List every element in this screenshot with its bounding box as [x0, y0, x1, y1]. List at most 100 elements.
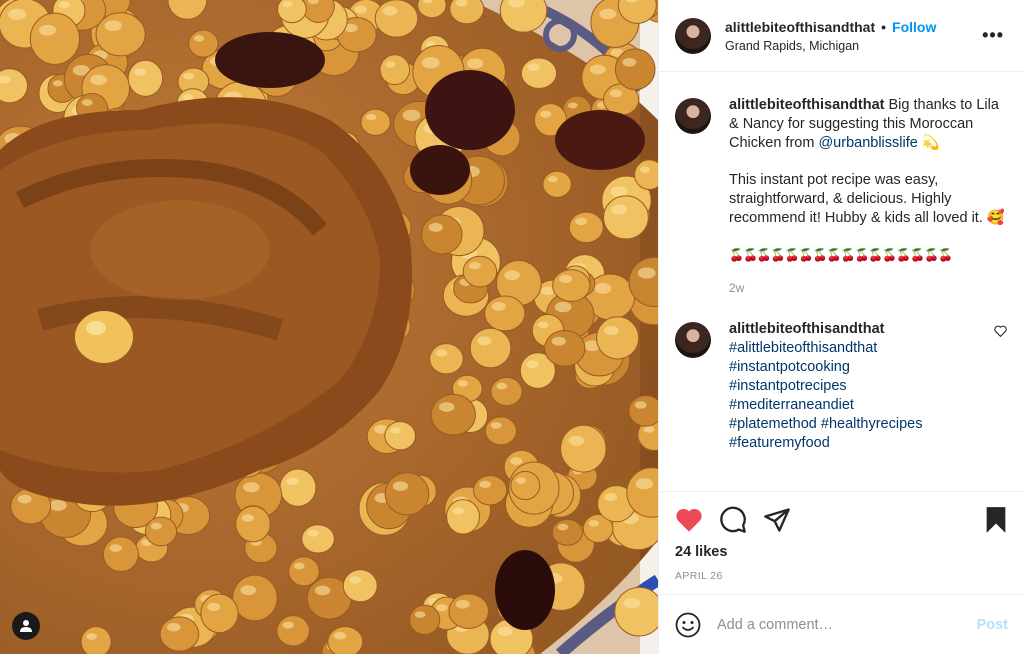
- chickpea: [614, 586, 658, 637]
- chickpea-highlight: [17, 494, 32, 504]
- comments-area: alittlebiteofthisandthat Big thanks to L…: [659, 72, 1024, 492]
- chickpea-highlight: [609, 89, 622, 98]
- chickpea-highlight: [623, 597, 641, 609]
- chickpea-highlight: [559, 274, 573, 284]
- avatar[interactable]: [675, 322, 711, 358]
- caption-body: alittlebiteofthisandthat Big thanks to L…: [729, 96, 1008, 298]
- chickpea: [360, 108, 391, 136]
- chickpea-highlight: [314, 585, 331, 596]
- paper-plane-icon[interactable]: [763, 507, 791, 533]
- chickpea-highlight: [240, 585, 257, 596]
- location-link[interactable]: Grand Rapids, Michigan: [725, 39, 978, 53]
- chickpea: [603, 195, 649, 240]
- chickpea: [342, 569, 378, 603]
- more-options-icon[interactable]: •••: [978, 21, 1008, 50]
- chickpea: [473, 475, 508, 506]
- chickpea-highlight: [490, 421, 502, 429]
- avatar[interactable]: [675, 17, 711, 54]
- post-comment-button[interactable]: Post: [977, 617, 1008, 633]
- hashtag-link[interactable]: #instantpotrecipes: [729, 378, 847, 394]
- avatar[interactable]: [675, 98, 711, 134]
- chickpea-highlight: [241, 514, 254, 522]
- chickpea-highlight: [207, 602, 221, 611]
- chickpea: [446, 499, 480, 535]
- chickpea: [127, 59, 164, 97]
- chickpea-highlight: [8, 8, 27, 21]
- chickpea-highlight: [477, 336, 492, 346]
- chickpea-highlight: [497, 626, 513, 637]
- chickpea: [430, 393, 476, 436]
- chickpea: [379, 54, 411, 86]
- caption-username[interactable]: alittlebiteofthisandthat: [729, 97, 884, 113]
- user-tag-button[interactable]: [12, 612, 40, 640]
- chickpea-highlight: [469, 262, 481, 270]
- chickpea-highlight: [510, 457, 523, 465]
- chickpea-highlight: [557, 523, 569, 531]
- chickpea-highlight: [515, 477, 527, 484]
- chickpea-highlight: [452, 507, 464, 515]
- chickpea: [384, 472, 430, 516]
- heart-filled-icon[interactable]: [675, 507, 703, 533]
- post-side-panel: alittlebiteofthisandthat • Follow Grand …: [658, 0, 1024, 654]
- hashtag-link[interactable]: #healthyrecipes: [821, 416, 923, 432]
- person-icon: [20, 620, 32, 632]
- chickpea-highlight: [52, 80, 63, 87]
- chickpea: [409, 604, 441, 636]
- post-image[interactable]: [0, 0, 658, 654]
- chickpea: [628, 395, 658, 427]
- chickpea-highlight: [354, 5, 367, 14]
- chickpea: [421, 214, 463, 255]
- chickpea-highlight: [392, 481, 409, 492]
- like-comment-icon[interactable]: [994, 324, 1008, 453]
- chickpea: [469, 327, 512, 369]
- chickpea-highlight: [622, 57, 637, 67]
- chickpea-highlight: [282, 1, 293, 8]
- chickpea-highlight: [639, 166, 650, 173]
- chickpea-highlight: [594, 283, 612, 294]
- chickpea: [235, 505, 271, 543]
- likes-count[interactable]: 24 likes: [659, 544, 1024, 560]
- chickpea: [448, 593, 489, 629]
- chickpea: [484, 295, 526, 332]
- chickpea-highlight: [86, 633, 97, 640]
- follow-button[interactable]: Follow: [892, 19, 936, 35]
- chickpea: [484, 416, 517, 446]
- comment-input[interactable]: [715, 615, 977, 634]
- comment-icon[interactable]: [719, 506, 747, 534]
- chickpea-highlight: [109, 544, 122, 552]
- chickpea-highlight: [333, 631, 347, 640]
- header-username[interactable]: alittlebiteofthisandthat: [725, 19, 875, 35]
- chickpea-highlight: [183, 72, 195, 80]
- hashtag-link[interactable]: #alittlebiteofthisandthat: [729, 340, 877, 356]
- comment-username[interactable]: alittlebiteofthisandthat: [729, 320, 986, 339]
- chickpea: [542, 170, 572, 198]
- hashtag-link[interactable]: #featuremyfood: [729, 435, 830, 451]
- chickpea-highlight: [385, 61, 396, 68]
- mention-link[interactable]: @urbanblisslife: [818, 135, 917, 151]
- chickpea-highlight: [634, 401, 647, 409]
- hashtag-link[interactable]: #mediterraneandiet: [729, 397, 854, 413]
- chickpea-highlight: [402, 109, 421, 121]
- bookmark-icon[interactable]: [984, 506, 1008, 534]
- comment-body: alittlebiteofthisandthat #alittlebiteoft…: [729, 320, 986, 453]
- chickpea-highlight: [435, 349, 448, 357]
- chickpea: [462, 255, 498, 288]
- hashtag-link[interactable]: #instantpotcooking: [729, 359, 850, 375]
- chickpea-highlight: [637, 267, 656, 279]
- chickpea: [544, 329, 586, 367]
- chickpea: [288, 556, 320, 587]
- chickpea-highlight: [496, 382, 508, 390]
- caption-paragraph: This instant pot recipe was easy, straig…: [729, 171, 1008, 228]
- chickpea: [276, 615, 310, 647]
- chickpea-highlight: [90, 74, 107, 86]
- separator-dot: •: [881, 18, 887, 35]
- chickpea-highlight: [603, 325, 619, 336]
- chickpea-highlight: [49, 499, 67, 511]
- chickpea-highlight: [307, 529, 319, 537]
- chickpea: [490, 376, 523, 407]
- emoji-icon[interactable]: [675, 612, 701, 638]
- chickpea-highlight: [479, 480, 491, 489]
- hashtag-link[interactable]: #platemethod: [729, 416, 817, 432]
- caption-text-2: This instant pot recipe was easy, straig…: [729, 172, 983, 226]
- chickpea-highlight: [537, 321, 549, 329]
